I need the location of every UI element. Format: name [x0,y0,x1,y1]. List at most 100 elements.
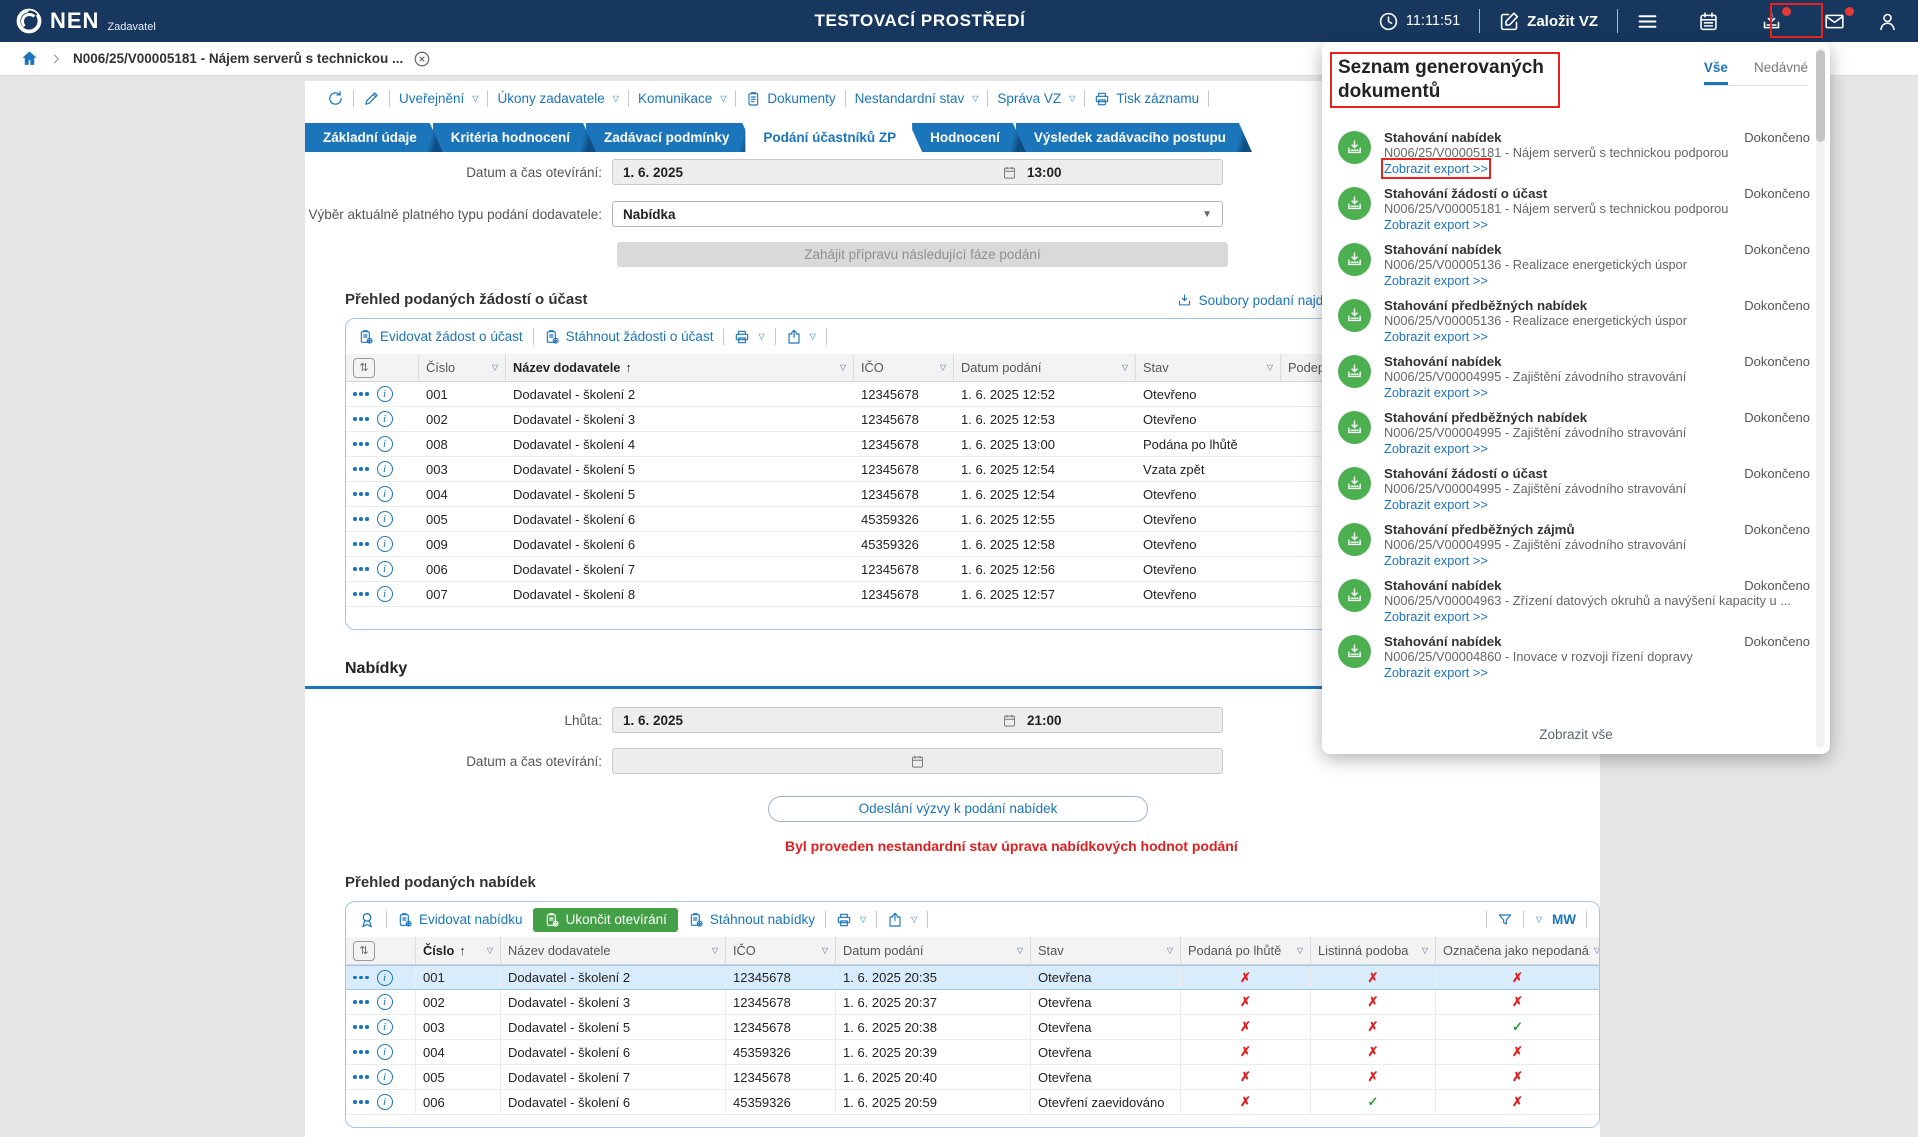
table-row[interactable]: i003Dodavatel - školení 5123456781. 6. 2… [346,1015,1599,1040]
row-actions-button[interactable] [353,592,369,596]
row-info-icon[interactable]: i [377,1069,393,1085]
column-header-cislo[interactable]: Číslo▽ [419,354,506,381]
user-initials-badge[interactable]: MW [1552,912,1576,927]
deadline-input[interactable]: 1. 6. 2025 21:00 [612,707,1223,733]
tab-podani-ucastniku-zp[interactable]: Podání účastníků ZP [745,123,922,152]
row-info-icon[interactable]: i [377,486,393,502]
row-info-icon[interactable]: i [377,1094,393,1110]
table-row[interactable]: i005Dodavatel - školení 7123456781. 6. 2… [346,1065,1599,1090]
tab-kriteria-hodnoceni[interactable]: Kritéria hodnocení [433,123,596,152]
zalozit-vz-button[interactable]: Založit VZ [1493,7,1604,36]
column-header-listinna-podoba[interactable]: Listinná podoba▽ [1311,937,1436,964]
panel-tab-vse[interactable]: Vše [1704,60,1728,85]
filter-button[interactable] [1497,912,1513,928]
row-info-icon[interactable]: i [377,586,393,602]
row-actions-button[interactable] [353,567,369,571]
filter-icon[interactable]: ▽ [822,946,828,955]
opening-datetime-input[interactable]: 1. 6. 2025 13:00 [612,159,1223,185]
show-export-link[interactable]: Zobrazit export >> [1384,385,1488,401]
tab-hodnoceni[interactable]: Hodnocení [912,123,1026,152]
filter-icon[interactable]: ▽ [492,363,498,372]
show-export-link[interactable]: Zobrazit export >> [1384,161,1488,177]
filter-icon[interactable]: ▽ [1017,946,1023,955]
row-actions-button[interactable] [353,442,369,446]
main-menu-button[interactable] [1631,7,1664,36]
home-icon[interactable] [20,49,39,68]
column-header-cislo[interactable]: Číslo↑▽ [416,937,501,964]
stahnout-nabidky-button[interactable]: Stáhnout nabídky [688,912,815,928]
table-row[interactable]: i002Dodavatel - školení 3123456781. 6. 2… [346,990,1599,1015]
row-actions-button[interactable] [353,1050,369,1054]
filter-icon[interactable]: ▽ [1297,946,1303,955]
panel-scrollbar[interactable] [1816,48,1825,748]
row-info-icon[interactable]: i [377,536,393,552]
calendar-button[interactable] [1692,7,1725,36]
row-info-icon[interactable]: i [377,461,393,477]
award-button[interactable] [358,911,376,929]
column-header-stav[interactable]: Stav▽ [1031,937,1181,964]
column-header-nazev-dodavatele[interactable]: Název dodavatele↑▽ [506,354,854,381]
row-actions-button[interactable] [353,976,369,980]
menu-sprava-vz[interactable]: Správa VZ▽ [997,91,1075,106]
show-export-link[interactable]: Zobrazit export >> [1384,553,1488,569]
row-info-icon[interactable]: i [377,386,393,402]
export-menu-button[interactable]: ▽ [887,912,917,928]
column-header-datum-podani[interactable]: Datum podání▽ [836,937,1031,964]
offers-opening-input[interactable] [612,748,1223,774]
user-profile-button[interactable] [1871,7,1904,36]
print-menu-button[interactable]: ▽ [836,912,866,928]
column-settings-icon[interactable]: ⇅ [353,941,375,961]
row-info-icon[interactable]: i [377,1019,393,1035]
calendar-small-icon[interactable] [1002,713,1017,728]
close-tab-icon[interactable] [413,50,431,68]
row-info-icon[interactable]: i [377,511,393,527]
row-actions-button[interactable] [353,1075,369,1079]
filter-icon[interactable]: ▽ [1267,363,1273,372]
stahnout-zadosti-o-ucast-button[interactable]: Stáhnout žádosti o účast [544,329,714,345]
column-header-ico[interactable]: IČO▽ [726,937,836,964]
filter-icon[interactable]: ▽ [1594,946,1599,955]
column-header-nazev-dodavatele[interactable]: Název dodavatele▽ [501,937,726,964]
tab-vysledek-zadavaciho-postupu[interactable]: Výsledek zadávacího postupu [1016,123,1252,152]
export-menu-button[interactable]: ▽ [786,329,816,345]
menu-tisk-zaznamu[interactable]: Tisk záznamu [1094,91,1199,107]
show-export-link[interactable]: Zobrazit export >> [1384,665,1488,681]
menu-komunikace[interactable]: Komunikace▽ [638,91,726,106]
row-actions-button[interactable] [353,492,369,496]
show-export-link[interactable]: Zobrazit export >> [1384,273,1488,289]
generated-documents-button[interactable] [1755,7,1788,36]
row-info-icon[interactable]: i [377,1044,393,1060]
row-actions-button[interactable] [353,467,369,471]
show-export-link[interactable]: Zobrazit export >> [1384,217,1488,233]
calendar-small-icon[interactable] [1002,165,1017,180]
filter-icon[interactable]: ▽ [940,363,946,372]
row-actions-button[interactable] [353,1000,369,1004]
row-info-icon[interactable]: i [377,970,393,986]
column-header-ico[interactable]: IČO▽ [854,354,954,381]
show-export-link[interactable]: Zobrazit export >> [1384,497,1488,513]
row-info-icon[interactable]: i [377,994,393,1010]
show-export-link[interactable]: Zobrazit export >> [1384,609,1488,625]
ukoncit-otevirani-button[interactable]: Ukončit otevírání [533,908,678,932]
filter-icon[interactable]: ▽ [1422,946,1428,955]
filter-icon[interactable]: ▽ [840,363,846,372]
filter-icon[interactable]: ▽ [1167,946,1173,955]
menu-ukony-zadavatele[interactable]: Úkony zadavatele▽ [497,91,618,106]
evidovat-zadost-o-ucast-button[interactable]: Evidovat žádost o účast [358,329,523,345]
tab-zakladni-udaje[interactable]: Základní údaje [305,123,443,152]
column-header-datum-podani[interactable]: Datum podání▽ [954,354,1136,381]
row-actions-button[interactable] [353,1025,369,1029]
show-export-link[interactable]: Zobrazit export >> [1384,441,1488,457]
row-actions-button[interactable] [353,392,369,396]
row-info-icon[interactable]: i [377,411,393,427]
next-phase-button[interactable]: Zahájit přípravu následující fáze podání [617,242,1228,267]
evidovat-nabidku-button[interactable]: Evidovat nabídku [397,912,523,928]
show-all-link[interactable]: Zobrazit vše [1322,727,1830,742]
print-menu-button[interactable]: ▽ [734,329,764,345]
column-header-stav[interactable]: Stav▽ [1136,354,1281,381]
show-export-link[interactable]: Zobrazit export >> [1384,329,1488,345]
scrollbar-thumb[interactable] [1816,50,1825,142]
send-call-button[interactable]: Odeslání výzvy k podání nabídek [768,796,1148,822]
row-info-icon[interactable]: i [377,436,393,452]
edit-pencil-icon[interactable] [363,90,380,107]
